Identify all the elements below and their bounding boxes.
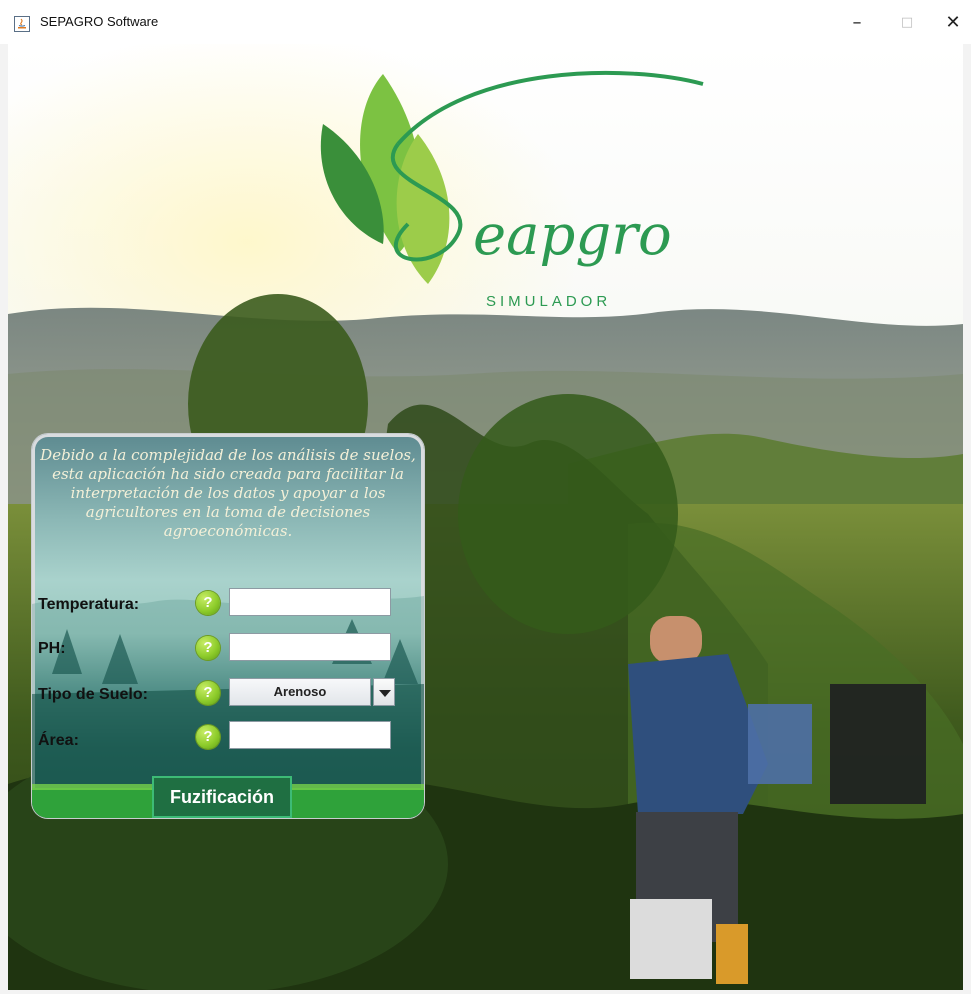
java-app-icon xyxy=(14,16,30,32)
app-window: SEPAGRO Software – □ ✕ eapgro SIMULADOR … xyxy=(0,0,971,994)
fuzificacion-button[interactable]: Fuzificación xyxy=(152,776,292,818)
temperatura-input[interactable] xyxy=(229,588,391,616)
minimize-button[interactable]: – xyxy=(834,0,880,44)
logo-wordmark: eapgro xyxy=(473,203,672,268)
window-title: SEPAGRO Software xyxy=(40,14,159,29)
close-button[interactable]: ✕ xyxy=(930,0,971,44)
area-help-icon[interactable]: ? xyxy=(196,725,220,749)
seapgro-logo: eapgro SIMULADOR xyxy=(320,70,704,310)
ph-input[interactable] xyxy=(229,633,391,661)
ph-help-icon[interactable]: ? xyxy=(196,636,220,660)
area-input[interactable] xyxy=(229,721,391,749)
input-panel: Debido a la complejidad de los análisis … xyxy=(32,434,424,818)
tipo-suelo-select[interactable]: Arenoso xyxy=(229,678,395,706)
logo-tagline: SIMULADOR xyxy=(486,293,611,310)
tipo-suelo-selected-value[interactable]: Arenoso xyxy=(229,678,371,706)
title-bar: SEPAGRO Software – □ ✕ xyxy=(0,0,971,44)
tipo-suelo-help-icon[interactable]: ? xyxy=(196,681,220,705)
intro-description: Debido a la complejidad de los análisis … xyxy=(40,446,416,540)
main-content: eapgro SIMULADOR Debido a la complejidad… xyxy=(8,44,963,990)
temperatura-label: Temperatura: xyxy=(38,596,140,613)
maximize-button[interactable]: □ xyxy=(884,0,930,44)
area-label: Área: xyxy=(38,732,79,749)
chevron-down-icon[interactable] xyxy=(373,678,395,706)
tipo-suelo-label: Tipo de Suelo: xyxy=(38,686,148,703)
temperatura-help-icon[interactable]: ? xyxy=(196,591,220,615)
ph-label: PH: xyxy=(38,640,66,657)
